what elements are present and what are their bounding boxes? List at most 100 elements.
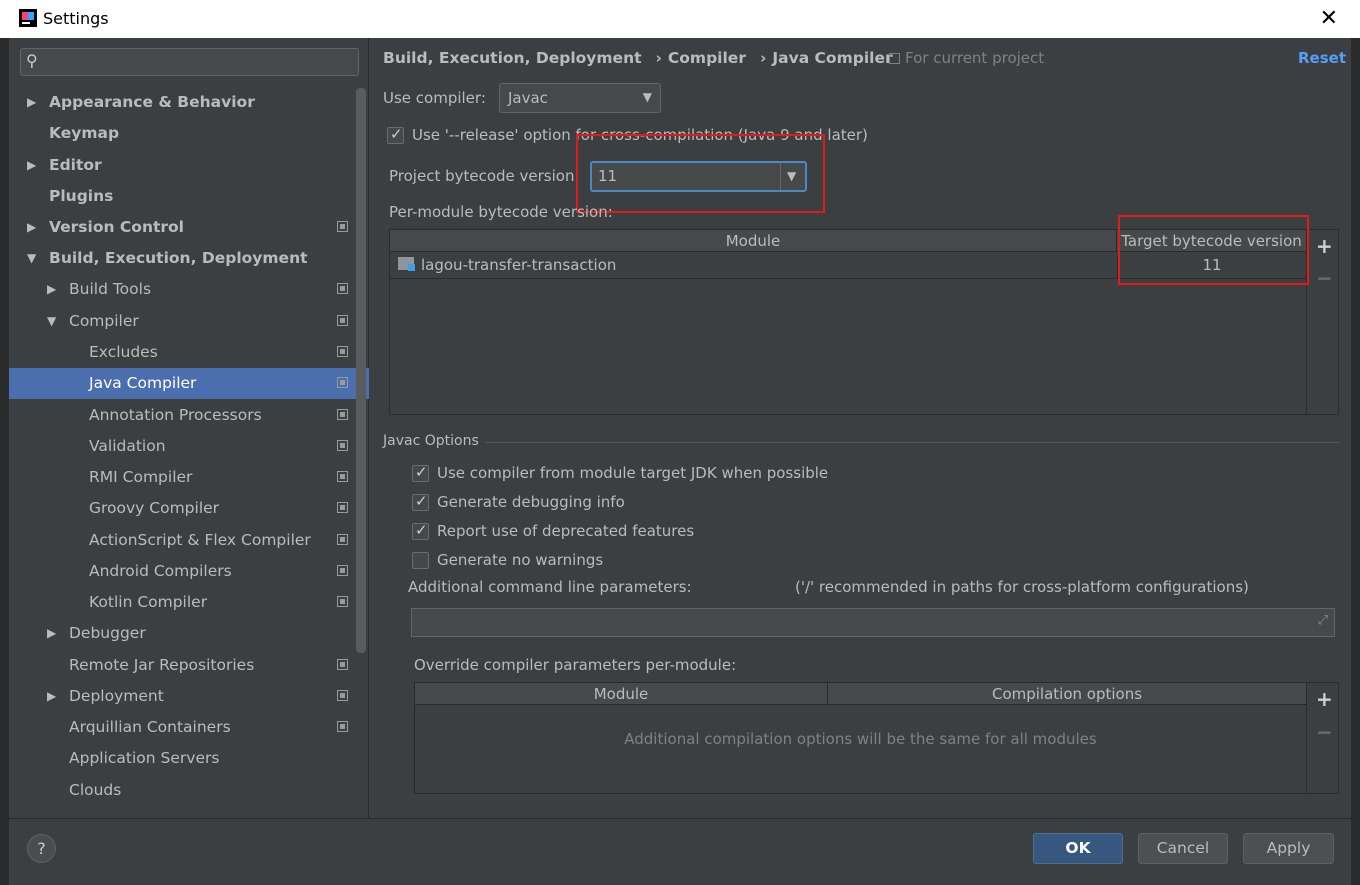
collapse-arrow-icon[interactable]: ▼: [27, 243, 36, 274]
add-icon[interactable]: +: [1316, 687, 1333, 711]
help-button[interactable]: ?: [27, 834, 56, 863]
expand-arrow-icon[interactable]: ▶: [27, 87, 36, 118]
background-ide-right: [1351, 38, 1360, 885]
no-warnings-checkbox[interactable]: [412, 552, 429, 569]
sidebar-item-remote-jar-repositories[interactable]: Remote Jar Repositories: [9, 650, 369, 681]
additional-params-input[interactable]: ⤢: [411, 608, 1335, 637]
compiler-select[interactable]: Javac ▼: [499, 83, 661, 113]
highlight-box: [1118, 215, 1309, 285]
release-option-checkbox[interactable]: [387, 125, 404, 144]
compiler-select-value: Javac: [508, 89, 548, 107]
additional-params-label: Additional command line parameters:: [408, 578, 692, 596]
project-scope-icon: [337, 721, 348, 732]
for-current-project-label: For current project: [889, 49, 1044, 67]
collapse-arrow-icon[interactable]: ▼: [47, 306, 56, 337]
sidebar-item-application-servers[interactable]: Application Servers: [9, 743, 369, 774]
project-scope-icon: [337, 283, 348, 294]
sidebar-item-annotation-processors[interactable]: Annotation Processors: [9, 400, 369, 431]
additional-params-hint: ('/' recommended in paths for cross-plat…: [795, 578, 1249, 596]
search-icon: ⚲: [26, 51, 38, 70]
project-scope-icon: [337, 659, 348, 670]
debug-info-label: Generate debugging info: [437, 493, 625, 511]
window-title: Settings: [43, 9, 109, 28]
sidebar-scrollbar[interactable]: [356, 88, 366, 653]
column-header-module[interactable]: Module: [415, 683, 828, 705]
chevron-down-icon: ▼: [642, 90, 652, 104]
sidebar-item-arquillian-containers[interactable]: Arquillian Containers: [9, 712, 369, 743]
expand-arrow-icon[interactable]: ▶: [47, 618, 56, 649]
project-scope-icon: [337, 346, 348, 357]
sidebar-item-deployment[interactable]: ▶ Deployment: [9, 681, 369, 712]
breadcrumb-item: Build, Execution, Deployment: [383, 49, 642, 67]
highlight-box: [576, 134, 825, 213]
project-scope-icon: [337, 502, 348, 513]
ok-button[interactable]: OK: [1033, 833, 1123, 864]
expand-arrow-icon[interactable]: ▶: [47, 274, 56, 305]
project-bytecode-label: Project bytecode version:: [389, 167, 580, 185]
debug-info-checkbox[interactable]: [412, 492, 429, 511]
module-name: lagou-transfer-transaction: [421, 256, 617, 274]
use-target-jdk-checkbox[interactable]: [412, 463, 429, 482]
project-scope-icon: [337, 690, 348, 701]
sidebar-item-java-compiler[interactable]: Java Compiler: [9, 368, 369, 399]
sidebar-item-appearance[interactable]: ▶ Appearance & Behavior: [9, 87, 369, 118]
search-input[interactable]: ⚲: [20, 48, 359, 76]
sidebar-item-build-execution-deployment[interactable]: ▼ Build, Execution, Deployment: [9, 243, 369, 274]
expand-arrow-icon[interactable]: ▶: [47, 681, 56, 712]
deprecated-features-label: Report use of deprecated features: [437, 522, 695, 540]
sidebar-item-plugins[interactable]: Plugins: [9, 181, 369, 212]
project-scope-icon: [337, 534, 348, 545]
breadcrumb-separator-icon: ›: [655, 49, 662, 67]
close-button[interactable]: ✕: [1320, 6, 1338, 31]
override-params-table: Module Compilation options Additional co…: [414, 682, 1307, 794]
sidebar-item-rmi-compiler[interactable]: RMI Compiler: [9, 462, 369, 493]
breadcrumb-item: Java Compiler: [772, 49, 893, 67]
javac-options-title: Javac Options: [383, 433, 479, 449]
deprecated-features-checkbox[interactable]: [412, 521, 429, 540]
project-scope-icon: [337, 221, 348, 232]
remove-icon[interactable]: −: [1316, 720, 1333, 744]
sidebar-item-debugger[interactable]: ▶ Debugger: [9, 618, 369, 649]
project-scope-icon: [337, 440, 348, 451]
no-warnings-label: Generate no warnings: [437, 551, 604, 569]
sidebar-item-version-control[interactable]: ▶ Version Control: [9, 212, 369, 243]
background-ide-left: [0, 38, 9, 885]
sidebar-item-build-tools[interactable]: ▶ Build Tools: [9, 274, 369, 305]
override-toolbar: + −: [1307, 682, 1339, 794]
breadcrumb-item: Compiler: [667, 49, 746, 67]
expand-arrow-icon[interactable]: ▶: [27, 212, 36, 243]
expand-arrow-icon[interactable]: ▶: [27, 150, 36, 181]
sidebar-item-kotlin-compiler[interactable]: Kotlin Compiler: [9, 587, 369, 618]
reset-link[interactable]: Reset: [1298, 49, 1346, 67]
override-params-label: Override compiler parameters per-module:: [414, 656, 737, 674]
add-icon[interactable]: +: [1316, 234, 1333, 258]
sidebar-item-compiler[interactable]: ▼ Compiler: [9, 306, 369, 337]
module-folder-icon: [398, 257, 415, 271]
apply-button[interactable]: Apply: [1243, 833, 1334, 864]
intellij-logo-icon: [19, 9, 37, 27]
project-scope-icon: [889, 53, 900, 64]
project-scope-icon: [337, 409, 348, 420]
project-scope-icon: [337, 471, 348, 482]
sidebar-item-clouds[interactable]: Clouds: [9, 775, 369, 806]
breadcrumb: Build, Execution, Deployment › Compiler › Ja…: [383, 49, 899, 67]
sidebar-item-excludes[interactable]: Excludes: [9, 337, 369, 368]
remove-icon[interactable]: −: [1316, 266, 1333, 290]
sidebar-item-keymap[interactable]: Keymap: [9, 118, 369, 149]
sidebar-item-actionscript-flex-compiler[interactable]: ActionScript & Flex Compiler: [9, 525, 369, 556]
project-scope-icon: [337, 565, 348, 576]
sidebar-item-groovy-compiler[interactable]: Groovy Compiler: [9, 493, 369, 524]
project-scope-icon: [337, 377, 348, 388]
breadcrumb-separator-icon: ›: [759, 49, 767, 67]
group-divider: [485, 442, 1340, 443]
column-header-compilation-options[interactable]: Compilation options: [828, 683, 1306, 705]
sidebar-item-android-compilers[interactable]: Android Compilers: [9, 556, 369, 587]
empty-table-message: Additional compilation options will be t…: [624, 730, 1097, 748]
sidebar-item-validation[interactable]: Validation: [9, 431, 369, 462]
column-header-module[interactable]: Module: [390, 230, 1117, 252]
use-compiler-label: Use compiler:: [383, 89, 486, 107]
expand-icon[interactable]: ⤢: [1318, 613, 1328, 628]
per-module-label: Per-module bytecode version:: [389, 203, 613, 221]
cancel-button[interactable]: Cancel: [1138, 833, 1228, 864]
sidebar-item-editor[interactable]: ▶ Editor: [9, 150, 369, 181]
